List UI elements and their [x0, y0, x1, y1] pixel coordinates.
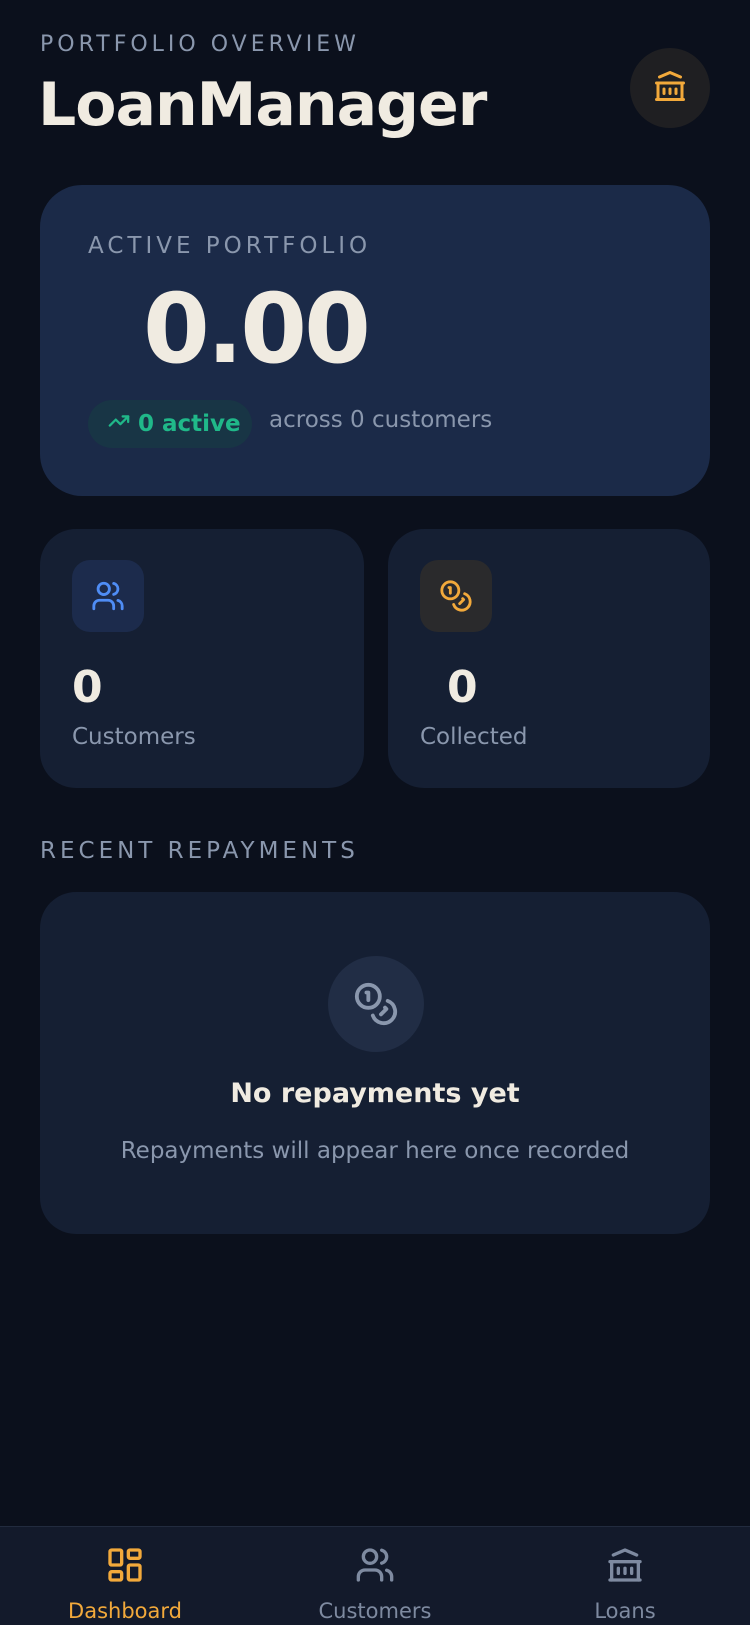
empty-state-title: No repayments yet: [230, 1078, 520, 1109]
nav-item-customers[interactable]: Customers: [250, 1527, 500, 1625]
recent-repayments-empty-state: No repayments yet Repayments will appear…: [40, 892, 710, 1234]
bank-icon: [652, 68, 688, 108]
empty-state-subtitle: Repayments will appear here once recorde…: [120, 1138, 630, 1164]
app-title: LoanManager: [38, 70, 487, 140]
collected-label: Collected: [420, 724, 528, 750]
active-loans-badge: 0 active: [88, 400, 252, 448]
customers-count: 0: [72, 662, 103, 713]
bank-button[interactable]: [630, 48, 710, 128]
bottom-navigation: Dashboard Customers Loans: [0, 1526, 750, 1625]
users-icon: [72, 560, 144, 632]
recent-repayments-title: RECENT REPAYMENTS: [40, 838, 359, 864]
bank-icon: [605, 1545, 645, 1585]
collected-stat-card[interactable]: 0 Collected: [388, 529, 710, 788]
nav-label-loans: Loans: [594, 1599, 656, 1623]
active-portfolio-label: ACTIVE PORTFOLIO: [88, 233, 372, 259]
active-portfolio-card: ACTIVE PORTFOLIO 0.00 0 active across 0 …: [40, 185, 710, 496]
trending-up-icon: [108, 410, 138, 438]
page-eyebrow: PORTFOLIO OVERVIEW: [40, 32, 360, 57]
collected-amount: 0: [447, 662, 478, 713]
customers-stat-card[interactable]: 0 Customers: [40, 529, 364, 788]
users-icon: [355, 1545, 395, 1585]
nav-label-customers: Customers: [318, 1599, 432, 1623]
active-loans-count: 0 active: [138, 411, 241, 437]
customers-label: Customers: [72, 724, 196, 750]
active-portfolio-value: 0.00: [143, 273, 371, 385]
customers-summary: across 0 customers: [269, 407, 493, 433]
coins-icon: [420, 560, 492, 632]
coins-icon: [328, 956, 424, 1052]
nav-label-dashboard: Dashboard: [68, 1599, 182, 1623]
nav-item-loans[interactable]: Loans: [500, 1527, 750, 1625]
dashboard-icon: [105, 1545, 145, 1585]
nav-item-dashboard[interactable]: Dashboard: [0, 1527, 250, 1625]
